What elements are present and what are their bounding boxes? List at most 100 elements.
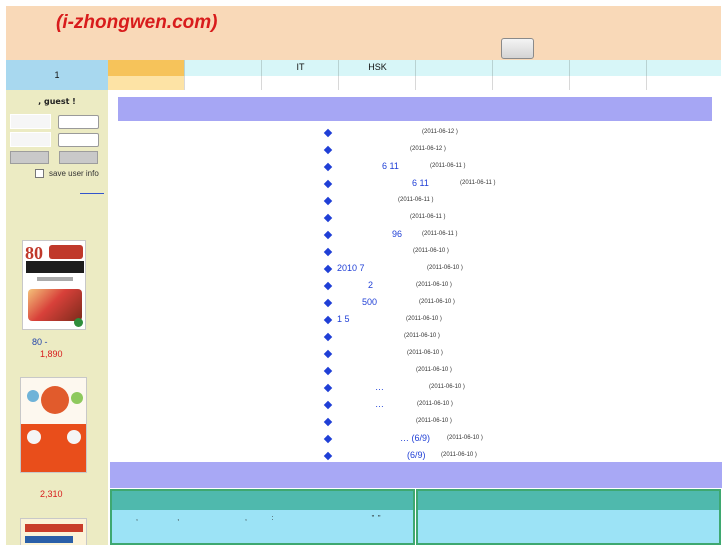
- news-item[interactable]: 96 (2011-06-11 ): [110, 229, 722, 245]
- news-title-link[interactable]: …: [375, 382, 384, 392]
- book-cover-art: [37, 277, 73, 281]
- nav-item-1[interactable]: 1: [6, 60, 108, 90]
- diamond-bullet-icon: [323, 400, 333, 410]
- book-cover-art: [71, 392, 83, 404]
- username-label: [10, 114, 51, 129]
- news-date: (2011-06-10 ): [406, 316, 442, 322]
- news-title-link[interactable]: …: [375, 399, 384, 409]
- news-item[interactable]: (2011-06-11 ): [110, 212, 722, 228]
- main-nav: 1 IT HSK: [6, 60, 721, 90]
- news-item[interactable]: 500 (2011-06-10 ): [110, 297, 722, 313]
- save-user-info-checkbox[interactable]: [35, 169, 44, 178]
- news-item[interactable]: … (2011-06-10 ): [110, 399, 722, 415]
- nav-item-3[interactable]: [185, 60, 262, 90]
- news-item[interactable]: (2011-06-10 ): [110, 416, 722, 432]
- news-date: (2011-06-10 ): [404, 333, 440, 339]
- news-date: (2011-06-10 ): [407, 350, 443, 356]
- book-cover-art: [26, 261, 84, 273]
- nav-item-2[interactable]: [108, 60, 185, 90]
- panel-header: [418, 491, 719, 510]
- news-date: (2011-06-10 ): [416, 418, 452, 424]
- diamond-bullet-icon: [323, 145, 333, 155]
- site-logo[interactable]: (i-zhongwen.com): [56, 12, 217, 34]
- diamond-bullet-icon: [323, 349, 333, 359]
- diamond-bullet-icon: [323, 298, 333, 308]
- news-item[interactable]: … (6/9) (2011-06-10 ): [110, 433, 722, 449]
- save-user-info-label: save user info: [49, 169, 99, 178]
- news-title-link[interactable]: 96: [392, 229, 402, 239]
- password-input[interactable]: [58, 133, 99, 147]
- book-cover-art: [25, 536, 73, 543]
- nav-item-it[interactable]: IT: [262, 60, 339, 90]
- news-item[interactable]: 1 5 (2011-06-10 ): [110, 314, 722, 330]
- book-cover-art: [27, 390, 39, 402]
- news-title-link[interactable]: 2: [368, 280, 373, 290]
- nav-item-7[interactable]: [493, 60, 570, 90]
- nav-item-8[interactable]: [570, 60, 647, 90]
- news-item[interactable]: 6 11 (2011-06-11 ): [110, 178, 722, 194]
- news-item[interactable]: (2011-06-10 ): [110, 331, 722, 347]
- header-search-button[interactable]: [501, 38, 534, 59]
- diamond-bullet-icon: [323, 230, 333, 240]
- news-title-link[interactable]: 1 5: [337, 314, 350, 324]
- news-item[interactable]: (2011-06-12 ): [110, 127, 722, 143]
- news-section-header: [118, 97, 712, 121]
- news-item[interactable]: (2011-06-12 ): [110, 144, 722, 160]
- greeting-text: , guest !: [38, 97, 76, 106]
- news-date: (2011-06-12 ): [422, 129, 458, 135]
- news-date: (2011-06-11 ): [430, 163, 466, 169]
- book-cover-art: [27, 430, 41, 444]
- diamond-bullet-icon: [323, 315, 333, 325]
- news-item[interactable]: 2 (2011-06-10 ): [110, 280, 722, 296]
- news-title-link[interactable]: (6/9): [407, 450, 426, 460]
- login-button[interactable]: [10, 151, 49, 164]
- nav-item-6[interactable]: [416, 60, 493, 90]
- book-title-link[interactable]: 80 -: [32, 337, 48, 347]
- news-date: (2011-06-10 ): [417, 401, 453, 407]
- book-cover-art: [28, 289, 82, 321]
- book-cover-image[interactable]: [20, 518, 87, 545]
- register-button[interactable]: [59, 151, 98, 164]
- diamond-bullet-icon: [323, 383, 333, 393]
- nav-item-label: HSK: [368, 62, 387, 72]
- nav-item-9[interactable]: [647, 60, 721, 90]
- diamond-bullet-icon: [323, 196, 333, 206]
- news-item[interactable]: 2010 7 (2011-06-10 ): [110, 263, 722, 279]
- news-title-link[interactable]: 6 11: [412, 178, 429, 188]
- news-date: (2011-06-11 ): [410, 214, 446, 220]
- content-panel-left: , , , : " ": [110, 489, 415, 545]
- news-item[interactable]: (2011-06-10 ): [110, 348, 722, 364]
- news-item[interactable]: (2011-06-11 ): [110, 195, 722, 211]
- news-title-link[interactable]: 6 11: [382, 161, 399, 171]
- book-cover-art: [49, 245, 83, 259]
- news-item[interactable]: … (2011-06-10 ): [110, 382, 722, 398]
- book-cover-art: [41, 386, 69, 414]
- news-date: (2011-06-10 ): [429, 384, 465, 390]
- news-item[interactable]: (2011-06-10 ): [110, 365, 722, 381]
- sidebar: , guest ! save user info 80 80 - 1,890 2…: [6, 90, 108, 545]
- site-header: (i-zhongwen.com): [6, 6, 721, 60]
- news-date: (2011-06-10 ): [447, 435, 483, 441]
- news-date: (2011-06-10 ): [413, 248, 449, 254]
- diamond-bullet-icon: [323, 179, 333, 189]
- nav-item-label: IT: [296, 62, 305, 72]
- nav-item-label: 1: [54, 70, 60, 80]
- diamond-bullet-icon: [323, 162, 333, 172]
- diamond-bullet-icon: [323, 332, 333, 342]
- news-date: (2011-06-10 ): [416, 282, 452, 288]
- book-cover-image[interactable]: 80: [22, 240, 86, 330]
- news-title-link[interactable]: … (6/9): [400, 433, 430, 443]
- nav-item-hsk[interactable]: HSK: [339, 60, 416, 90]
- news-title-link[interactable]: 2010 7: [337, 263, 365, 273]
- book-cover-art: [67, 430, 81, 444]
- sidebar-link[interactable]: [80, 193, 104, 194]
- news-date: (2011-06-10 ): [416, 367, 452, 373]
- username-input[interactable]: [58, 115, 99, 129]
- news-item[interactable]: (2011-06-10 ): [110, 246, 722, 262]
- news-title-link[interactable]: 500: [362, 297, 377, 307]
- password-label: [10, 132, 51, 147]
- news-item[interactable]: 6 11 (2011-06-11 ): [110, 161, 722, 177]
- book-cover-image[interactable]: [20, 377, 87, 473]
- news-date: (2011-06-11 ): [398, 197, 434, 203]
- diamond-bullet-icon: [323, 451, 333, 461]
